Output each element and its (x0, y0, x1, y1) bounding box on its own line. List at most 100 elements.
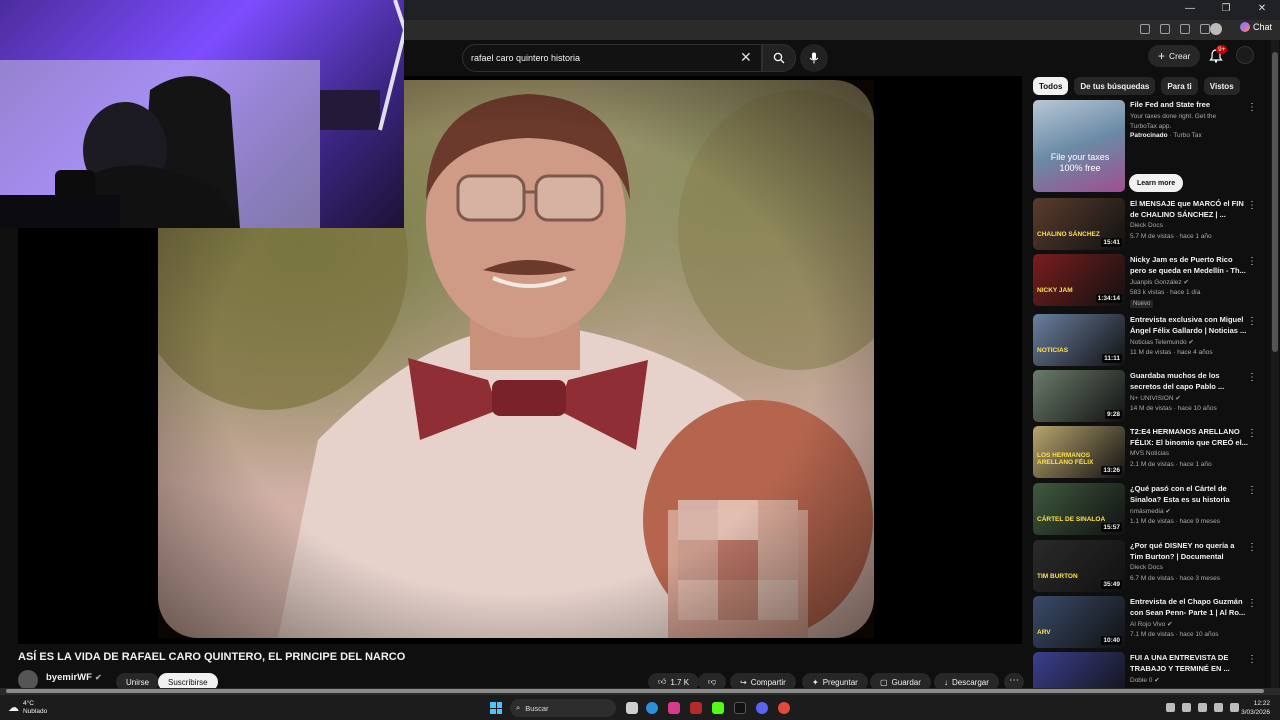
recommendation-item[interactable]: NICKY JAM 1:34:14 Nicky Jam es de Puerto R… (1033, 254, 1263, 308)
wifi-icon[interactable] (1214, 703, 1223, 712)
chrome-icon[interactable] (778, 702, 790, 714)
thumbs-up-icon: 👍︎ (658, 677, 667, 686)
thumbnail-text: LOS HERMANOS ARELLANO FÉLIX (1037, 452, 1094, 466)
close-window-icon[interactable]: ✕ (1244, 0, 1280, 18)
search-button[interactable] (762, 44, 796, 72)
video-thumbnail[interactable]: CHALINO SÁNCHEZ 15:41 (1033, 198, 1125, 250)
more-vert-icon[interactable]: ⋮ (1247, 102, 1257, 113)
recommendation-item[interactable]: 9:28 Guardaba muchos de los secretos del … (1033, 370, 1263, 424)
recommendation-item[interactable]: LOS HERMANOS ARELLANO FÉLIX 13:26 T2:E4 HE… (1033, 426, 1263, 480)
maximize-icon[interactable]: ❐ (1208, 0, 1244, 18)
recommendation-channel-name: Juanpis González (1130, 279, 1182, 286)
weather-widget[interactable]: ☁ 4°C Nublado (8, 700, 47, 716)
video-duration: 15:41 (1101, 238, 1122, 247)
vertical-scroll-thumb[interactable] (1272, 52, 1278, 352)
verified-icon: ✔ (1167, 621, 1173, 628)
microphone-tray-icon[interactable] (1198, 703, 1207, 712)
recommendation-title: Entrevista exclusiva con Miguel Ángel Fé… (1130, 315, 1247, 335)
sponsored-label: Patrocinado (1130, 132, 1168, 139)
ad-thumbnail[interactable]: File your taxes 100% free (1033, 100, 1125, 192)
account-avatar[interactable] (1236, 46, 1254, 64)
clock[interactable]: 12:22 3/03/2026 (1241, 699, 1270, 717)
profile-avatar[interactable] (1210, 23, 1222, 35)
chip-from-searches[interactable]: De tus búsquedas (1074, 77, 1156, 95)
clear-search-icon[interactable]: ✕ (740, 49, 752, 66)
copilot-chat-button[interactable]: Chat (1239, 22, 1272, 32)
recommendation-title: ¿Qué pasó con el Cártel de Sinaloa? Esta… (1130, 484, 1230, 504)
video-thumbnail[interactable]: CÁRTEL DE SINALOA 15:57 (1033, 483, 1125, 535)
extension-icon[interactable] (1140, 24, 1150, 34)
kick-icon[interactable] (712, 702, 724, 714)
horizontal-scroll-thumb[interactable] (6, 689, 1264, 693)
more-vert-icon[interactable]: ⋮ (1247, 372, 1257, 383)
taskbar-search[interactable]: ⌕ Buscar (510, 699, 616, 717)
more-vert-icon[interactable]: ⋮ (1247, 654, 1257, 665)
subscribe-label: Suscribirse (168, 677, 208, 687)
create-label: Crear (1169, 51, 1191, 61)
search-input[interactable]: rafael caro quintero historia (462, 44, 762, 72)
tiktok-icon[interactable] (734, 702, 746, 714)
screen: — ❐ ✕ Chat rafael caro quintero historia… (0, 0, 1280, 720)
more-vert-icon[interactable]: ⋮ (1247, 200, 1257, 211)
chip-watched[interactable]: Vistos (1203, 77, 1240, 95)
minimize-icon[interactable]: — (1172, 0, 1208, 18)
create-button[interactable]: + Crear (1148, 45, 1201, 67)
recommendation-item[interactable]: CÁRTEL DE SINALOA 15:57 ¿Qué pasó con el C… (1033, 483, 1263, 537)
filter-chips: Todos De tus búsquedas Para ti Vistos (1033, 77, 1240, 95)
weather-temp: 4°C (23, 700, 34, 707)
favorites-icon[interactable] (1200, 24, 1210, 34)
chip-todos[interactable]: Todos (1033, 77, 1069, 95)
recommendation-item[interactable]: CHALINO SÁNCHEZ 15:41 El MENSAJE que MARCÓ… (1033, 198, 1263, 252)
more-vert-icon[interactable]: ⋮ (1247, 542, 1257, 553)
extension-icon[interactable] (1160, 24, 1170, 34)
more-vert-icon[interactable]: ⋮ (1247, 256, 1257, 267)
voice-search-button[interactable] (800, 44, 828, 72)
recommendation-item[interactable]: TIM BURTON 35:49 ¿Por qué DISNEY no quería… (1033, 540, 1263, 594)
learn-more-button[interactable]: Learn more (1129, 174, 1184, 192)
start-menu-icon[interactable] (490, 702, 502, 714)
more-vert-icon[interactable]: ⋮ (1247, 428, 1257, 439)
taskbar-search-icon: ⌕ (516, 703, 521, 712)
chip-for-you[interactable]: Para ti (1161, 77, 1198, 95)
more-vert-icon[interactable]: ⋮ (1247, 316, 1257, 327)
channel-avatar[interactable] (18, 670, 38, 690)
recommendation-meta: 7.1 M de vistas · hace 10 años (1130, 631, 1219, 638)
recommendation-channel-name: MVS Noticias (1130, 450, 1170, 457)
share-icon: ↪ (740, 677, 747, 687)
more-vert-icon[interactable]: ⋮ (1247, 598, 1257, 609)
video-thumbnail[interactable]: ARV 10:40 (1033, 596, 1125, 648)
instagram-icon[interactable] (668, 702, 680, 714)
tray-chevron-icon[interactable] (1166, 703, 1175, 712)
more-vert-icon[interactable]: ⋮ (1247, 485, 1257, 496)
recommendation-channel: Juanpis González ✔ (1130, 278, 1189, 286)
video-duration: 35:49 (1101, 580, 1122, 589)
plus-icon: + (1158, 49, 1166, 63)
sponsored-ad[interactable]: File your taxes 100% free File Fed and S… (1033, 100, 1263, 195)
ad-title: File Fed and State free (1130, 100, 1211, 109)
onedrive-icon[interactable] (1182, 703, 1191, 712)
volume-icon[interactable] (1230, 703, 1239, 712)
video-thumbnail[interactable]: LOS HERMANOS ARELLANO FÉLIX 13:26 (1033, 426, 1125, 478)
video-thumbnail[interactable]: NICKY JAM 1:34:14 (1033, 254, 1125, 306)
recommendation-item[interactable]: NOTICIAS 11:11 Entrevista exclusiva con Mi… (1033, 314, 1263, 368)
app-icon[interactable] (690, 702, 702, 714)
channel-name[interactable]: byemirWF ✔ (46, 672, 102, 683)
recommendation-channel-name: Dieck Docs (1130, 222, 1163, 229)
windows-taskbar: ☁ 4°C Nublado ⌕ Buscar 12:22 3/03/2026 (0, 694, 1280, 720)
recommendation-meta: 583 k vistas · hace 1 día (1130, 289, 1201, 296)
recommendation-item[interactable]: ARV 10:40 Entrevista de el Chapo Guzmán co… (1033, 596, 1263, 650)
recommendation-channel-name: nmásmedia (1130, 508, 1164, 515)
video-thumbnail[interactable]: 9:28 (1033, 370, 1125, 422)
weather-desc: Nublado (23, 708, 48, 715)
video-thumbnail[interactable]: NOTICIAS 11:11 (1033, 314, 1125, 366)
file-explorer-icon[interactable] (626, 702, 638, 714)
edge-browser-icon[interactable] (646, 702, 658, 714)
recommendation-title: Nicky Jam es de Puerto Rico pero se qued… (1130, 255, 1246, 275)
recommendation-meta: 6.7 M de vistas · hace 3 meses (1130, 575, 1220, 582)
bookmark-save-icon: ▢ (880, 677, 888, 687)
bookmark-icon[interactable] (1180, 24, 1190, 34)
discord-icon[interactable] (756, 702, 768, 714)
video-thumbnail[interactable]: TIM BURTON 35:49 (1033, 540, 1125, 592)
recommendation-channel: Dieck Docs (1130, 564, 1163, 571)
new-badge: Nuevo (1130, 300, 1154, 308)
